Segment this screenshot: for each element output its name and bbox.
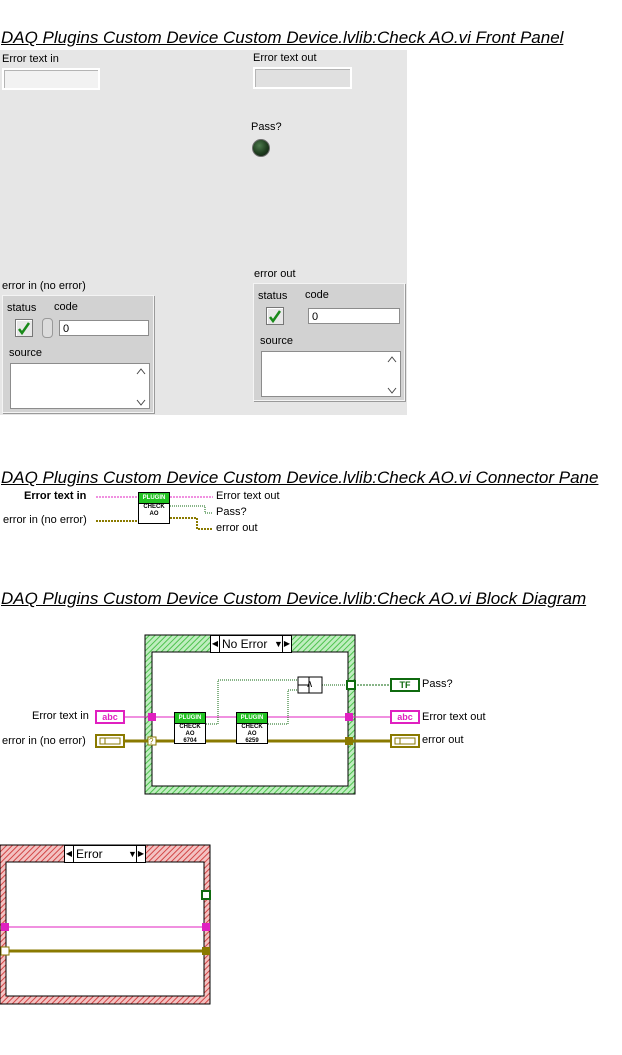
- front-panel-heading: DAQ Plugins Custom Device Custom Device.…: [1, 28, 564, 47]
- scroll-up-icon: [136, 368, 146, 375]
- and-glyph: ∧: [306, 679, 314, 690]
- cluster-icon: [394, 737, 416, 745]
- error-text-in-terminal[interactable]: abc: [95, 710, 125, 724]
- error-out-source-field: [261, 351, 401, 397]
- plugin-band: PLUGIN: [237, 713, 267, 724]
- scroll-down-icon: [387, 387, 397, 394]
- check-ao-6259-subvi[interactable]: PLUGIN CHECK AO 6259: [236, 712, 268, 744]
- checkmark-icon: [269, 310, 282, 324]
- plugin-band: PLUGIN: [139, 493, 169, 504]
- case-dropdown-icon[interactable]: ▼: [128, 846, 137, 862]
- connector-pass: Pass?: [216, 506, 247, 518]
- scroll-down-icon: [136, 399, 146, 406]
- error-out-label: error out: [254, 268, 296, 280]
- connector-error-out: error out: [216, 522, 258, 534]
- error-text-in-label: Error text in: [2, 53, 59, 65]
- checkmark-icon: [18, 322, 31, 336]
- pass-led: [252, 139, 270, 157]
- block-diagram-heading: DAQ Plugins Custom Device Custom Device.…: [1, 589, 587, 608]
- cluster-icon: [99, 737, 121, 745]
- connector-error-text-out: Error text out: [216, 490, 280, 502]
- icon-text: CHECK AO: [143, 504, 165, 517]
- scrollbar[interactable]: [134, 365, 148, 407]
- check-ao-vi-icon: PLUGIN CHECK AO: [138, 492, 170, 524]
- case-next-icon[interactable]: ▶: [136, 846, 145, 862]
- error-out-status-indicator: [266, 307, 284, 325]
- error-in-source-field[interactable]: [10, 363, 150, 409]
- case-label: No Error: [222, 637, 268, 651]
- scrollbar[interactable]: [385, 353, 399, 395]
- pass-terminal[interactable]: TF: [390, 678, 420, 692]
- error-out-code-label: code: [305, 289, 329, 301]
- error-in-terminal[interactable]: [95, 734, 125, 748]
- error-in-status-checkbox[interactable]: [15, 319, 33, 337]
- check-ao-6704-subvi[interactable]: PLUGIN CHECK AO 6704: [174, 712, 206, 744]
- bd-pass-label: Pass?: [422, 678, 453, 690]
- error-out-cluster: status code 0 source: [253, 283, 405, 401]
- error-case-selector[interactable]: ◀ Error ▼ ▶: [64, 845, 146, 863]
- case-prev-icon[interactable]: ◀: [211, 636, 220, 652]
- case-prev-icon[interactable]: ◀: [65, 846, 74, 862]
- error-in-code-stepper[interactable]: [42, 318, 53, 338]
- error-out-status-label: status: [258, 290, 288, 302]
- scroll-up-icon: [387, 356, 397, 363]
- error-in-cluster: status code 0 source: [2, 295, 154, 413]
- bd-error-in-label: error in (no error): [2, 735, 86, 747]
- front-panel: Error text in Error text out Pass? error…: [0, 50, 407, 415]
- case-label: Error: [76, 847, 103, 861]
- subvi-text: CHECK AO 6259: [241, 724, 263, 744]
- connector-error-in: error in (no error): [3, 514, 87, 526]
- no-error-diagram: ?: [125, 634, 390, 795]
- error-in-code-label: code: [54, 301, 78, 313]
- plugin-band: PLUGIN: [175, 713, 205, 724]
- case-selector-input-glyph: ?: [149, 737, 154, 746]
- connector-pane-heading: DAQ Plugins Custom Device Custom Device.…: [1, 468, 599, 487]
- error-in-label: error in (no error): [2, 280, 86, 292]
- subvi-text: CHECK AO 6704: [179, 724, 201, 744]
- connector-pane: Error text in error in (no error) PLUGIN…: [0, 488, 300, 538]
- error-in-code-field[interactable]: 0: [59, 320, 149, 336]
- error-out-source-label: source: [260, 335, 294, 347]
- error-text-out-indicator: [253, 67, 352, 89]
- bd-error-out-label: error out: [422, 734, 464, 746]
- error-text-in-control[interactable]: [2, 68, 100, 90]
- no-error-case-selector[interactable]: ◀ No Error ▼ ▶: [210, 635, 292, 653]
- bd-error-text-in-label: Error text in: [32, 710, 89, 722]
- error-in-status-label: status: [7, 302, 37, 314]
- error-out-code-field: 0: [308, 308, 400, 324]
- case-next-icon[interactable]: ▶: [282, 636, 291, 652]
- case-dropdown-icon[interactable]: ▼: [274, 636, 283, 652]
- connector-error-text-in: Error text in: [24, 490, 87, 502]
- error-in-source-label: source: [9, 347, 43, 359]
- pass-label: Pass?: [251, 121, 282, 133]
- error-text-out-label: Error text out: [253, 52, 317, 64]
- error-case-structure: [0, 844, 211, 1005]
- error-text-out-terminal[interactable]: abc: [390, 710, 420, 724]
- error-out-terminal[interactable]: [390, 734, 420, 748]
- bd-error-text-out-label: Error text out: [422, 711, 486, 723]
